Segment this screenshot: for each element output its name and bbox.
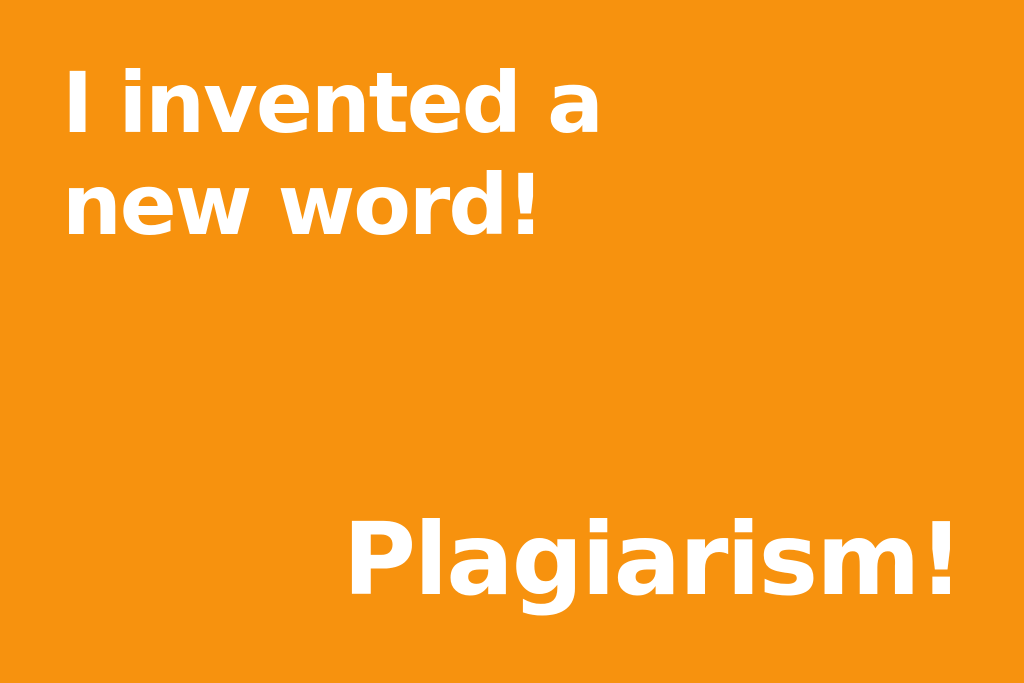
setup-line-2: new word! <box>62 156 545 254</box>
joke-punchline: Plagiarism! <box>342 501 964 618</box>
setup-line-1: I invented a <box>62 54 604 152</box>
joke-card: I invented a new word! Plagiarism! <box>0 0 1024 683</box>
joke-setup: I invented a new word! <box>62 52 604 256</box>
